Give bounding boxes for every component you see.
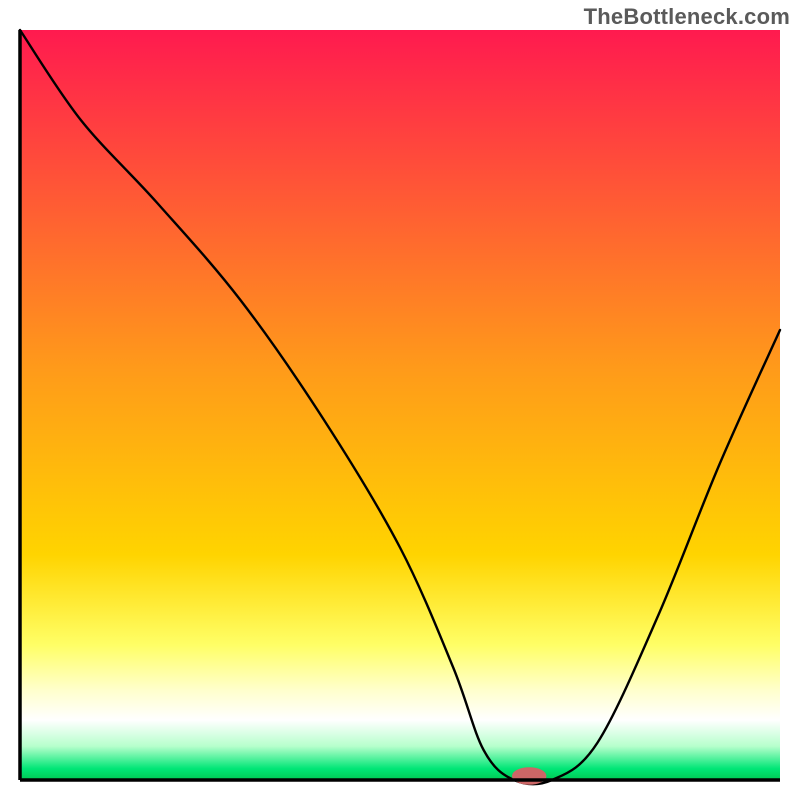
bottleneck-chart	[0, 0, 800, 800]
plot-background	[20, 30, 780, 780]
optimal-marker	[512, 768, 545, 785]
